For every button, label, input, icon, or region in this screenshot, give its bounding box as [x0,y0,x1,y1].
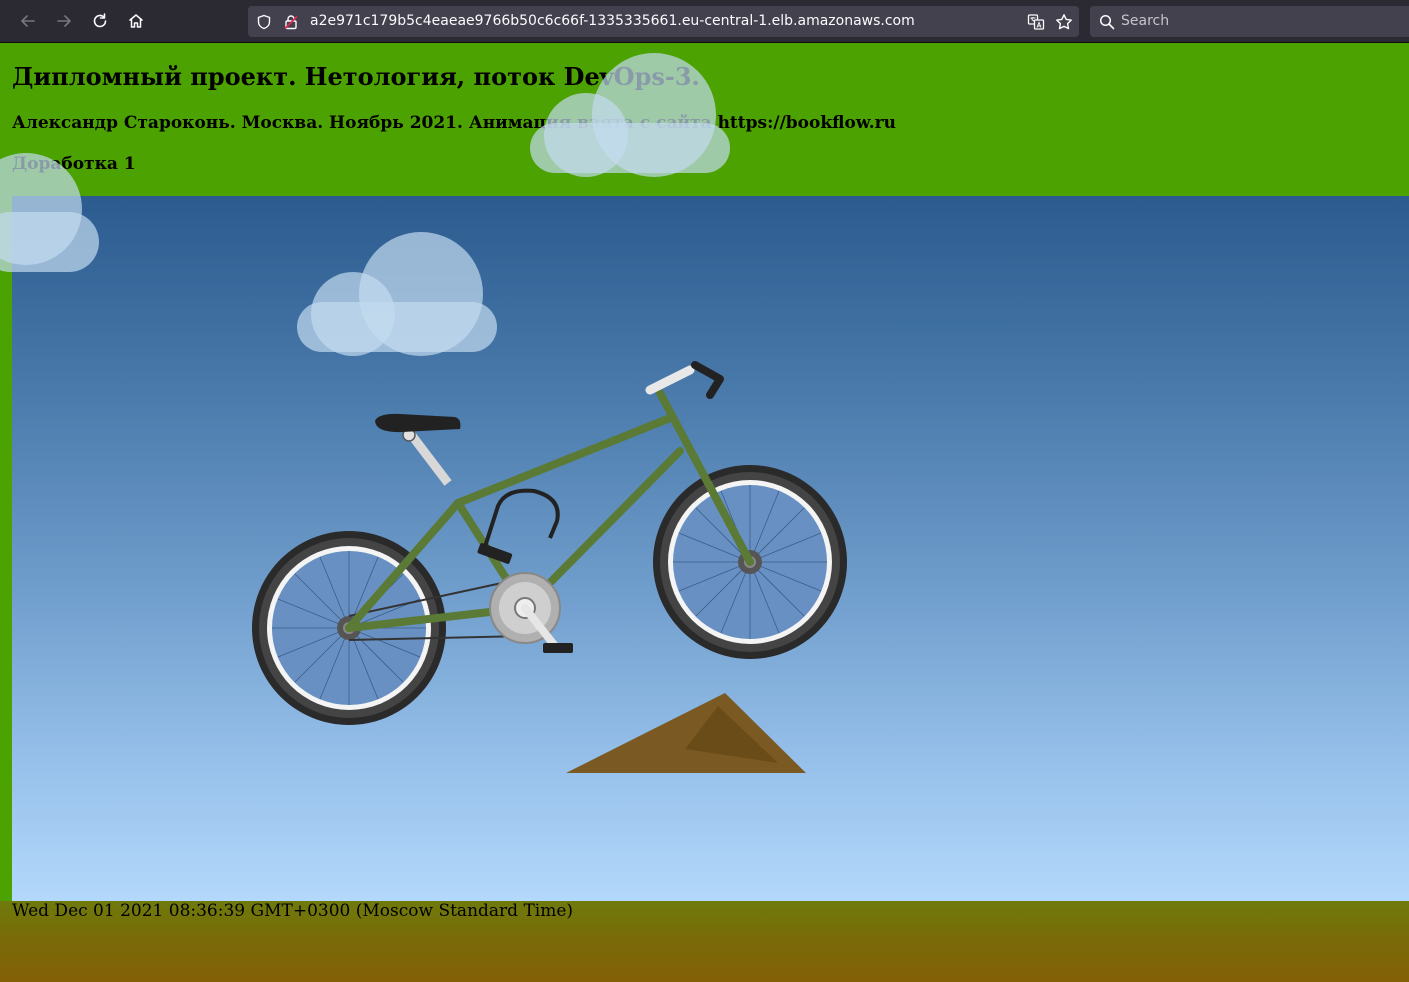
search-input[interactable]: Search [1121,13,1169,29]
bike-lock [477,488,560,564]
forward-arrow-icon[interactable] [53,10,75,32]
search-bar[interactable]: Search [1090,6,1409,37]
browser-toolbar: a2e971c179b5c4eaeae9766b50c6c66f-1335335… [0,0,1409,43]
saddle [375,413,461,486]
bicycle-animation [252,361,847,773]
url-text[interactable]: a2e971c179b5c4eaeae9766b50c6c66f-1335335… [310,13,915,29]
url-bar[interactable]: a2e971c179b5c4eaeae9766b50c6c66f-1335335… [248,6,1079,37]
shield-icon[interactable] [255,13,273,31]
search-icon [1098,13,1116,31]
insecure-lock-icon[interactable] [282,13,300,31]
page-content: Дипломный проект. Нетология, поток DevOp… [0,43,1409,982]
chainring [489,572,573,653]
translate-icon[interactable] [1027,13,1045,31]
reload-icon[interactable] [89,10,111,32]
dirt-ramp [566,693,806,773]
bookmark-star-icon[interactable] [1055,13,1073,31]
home-icon[interactable] [125,10,147,32]
back-arrow-icon[interactable] [17,10,39,32]
